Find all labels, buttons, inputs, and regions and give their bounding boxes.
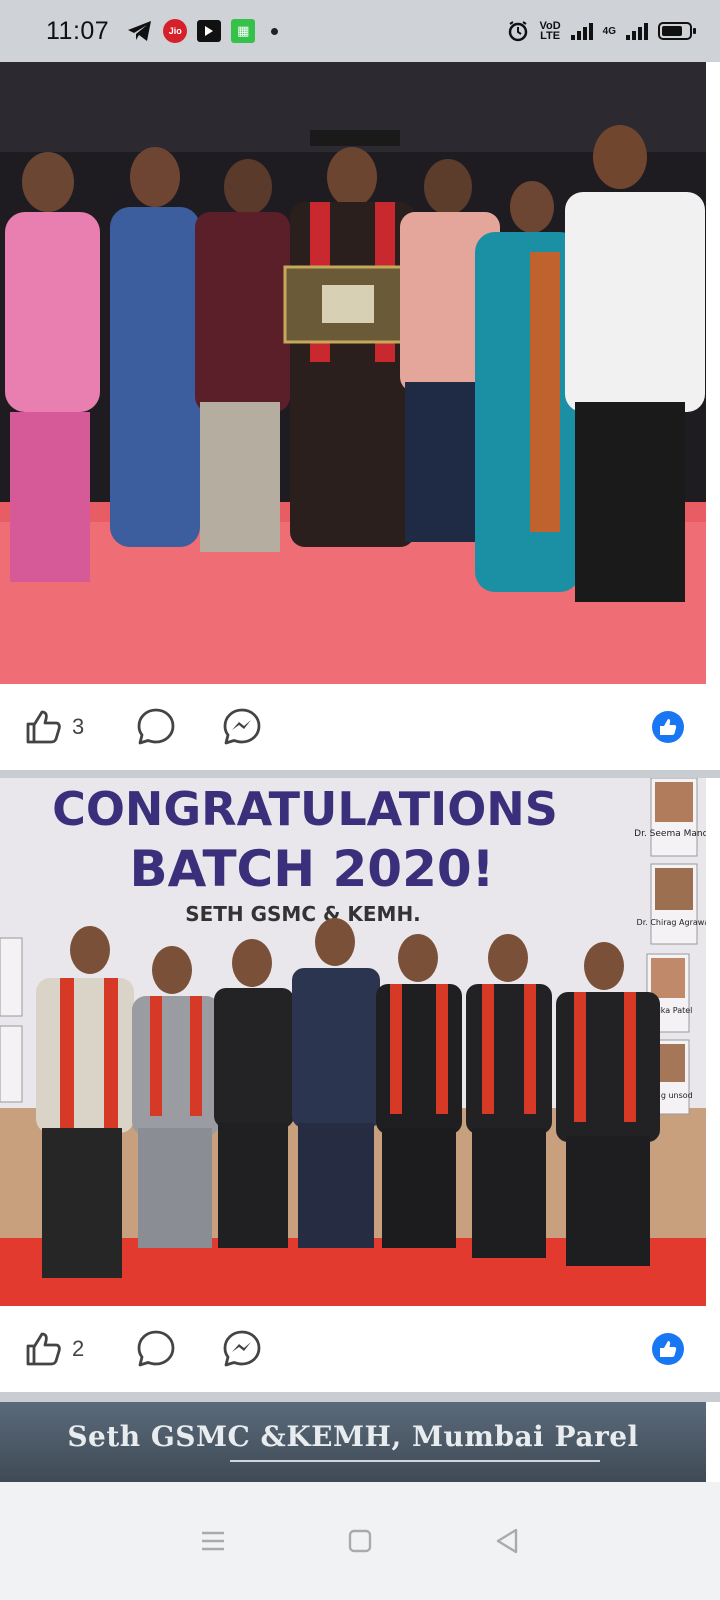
share-button[interactable] [222, 707, 262, 747]
like-button[interactable]: 3 [24, 708, 84, 746]
notification-icons: Jio ▦ [127, 19, 279, 43]
post-divider [0, 1392, 720, 1402]
thumbs-up-icon [26, 1332, 61, 1366]
post-divider [0, 770, 720, 778]
thumbs-up-icon [26, 710, 61, 744]
like-reaction-icon [652, 1333, 684, 1365]
recent-apps-button[interactable] [193, 1521, 233, 1561]
like-count: 2 [72, 1336, 85, 1361]
side-name-1: Dr. Seema Mande [634, 829, 706, 839]
alarm-icon [507, 20, 529, 42]
post-photo-3[interactable]: Seth GSMC &KEMH, Mumbai Parel [0, 1402, 706, 1482]
volte-icon: VoD LTE [539, 20, 561, 42]
battery-level [662, 26, 682, 36]
messenger-icon [223, 708, 261, 745]
back-triangle-icon [496, 1528, 517, 1554]
post-3-banner-text: Seth GSMC &KEMH, Mumbai Parel [67, 1420, 639, 1453]
home-button[interactable] [340, 1521, 380, 1561]
network-type: 4G [602, 25, 616, 37]
back-button[interactable] [487, 1521, 527, 1561]
signal-1-icon [570, 22, 593, 40]
system-nav-bar [0, 1482, 720, 1600]
status-bar: 11:07 Jio ▦ VoD LTE 4G [0, 0, 720, 62]
like-reaction-icon [652, 711, 684, 743]
banner-ornament [230, 1460, 600, 1462]
comment-button[interactable] [136, 707, 176, 747]
banner-line-3: SETH GSMC & KEMH. [185, 902, 421, 926]
signal-2-icon [626, 22, 648, 40]
comment-icon [137, 708, 175, 745]
menu-icon [202, 1531, 225, 1551]
side-name-2: Dr. Chirag Agrawal [637, 918, 706, 927]
banner-line-1: CONGRATULATIONS [52, 782, 558, 836]
comment-icon [137, 1330, 175, 1367]
like-count: 3 [72, 714, 85, 739]
status-time: 11:07 [46, 16, 110, 45]
more-notifications-dot [271, 27, 279, 35]
post-photo-2[interactable]: CONGRATULATIONS BATCH 2020! SETH GSMC & … [0, 778, 706, 1306]
banner-line-2: BATCH 2020! [130, 840, 495, 898]
home-square-icon [348, 1529, 372, 1553]
system-icons: VoD LTE 4G [507, 20, 696, 42]
jio-icon: Jio [163, 19, 188, 43]
post-actions-2: 2 [0, 1306, 720, 1392]
like-button[interactable]: 2 [24, 1330, 84, 1368]
telegram-icon [127, 20, 153, 42]
battery-icon [658, 22, 696, 40]
post-actions-1: 3 [0, 684, 720, 770]
video-app-icon [197, 20, 222, 42]
post-photo-1[interactable] [0, 62, 706, 684]
comment-button[interactable] [136, 1329, 176, 1369]
app-notification-icon: ▦ [231, 19, 256, 43]
share-button[interactable] [222, 1329, 262, 1369]
messenger-icon [223, 1330, 261, 1367]
